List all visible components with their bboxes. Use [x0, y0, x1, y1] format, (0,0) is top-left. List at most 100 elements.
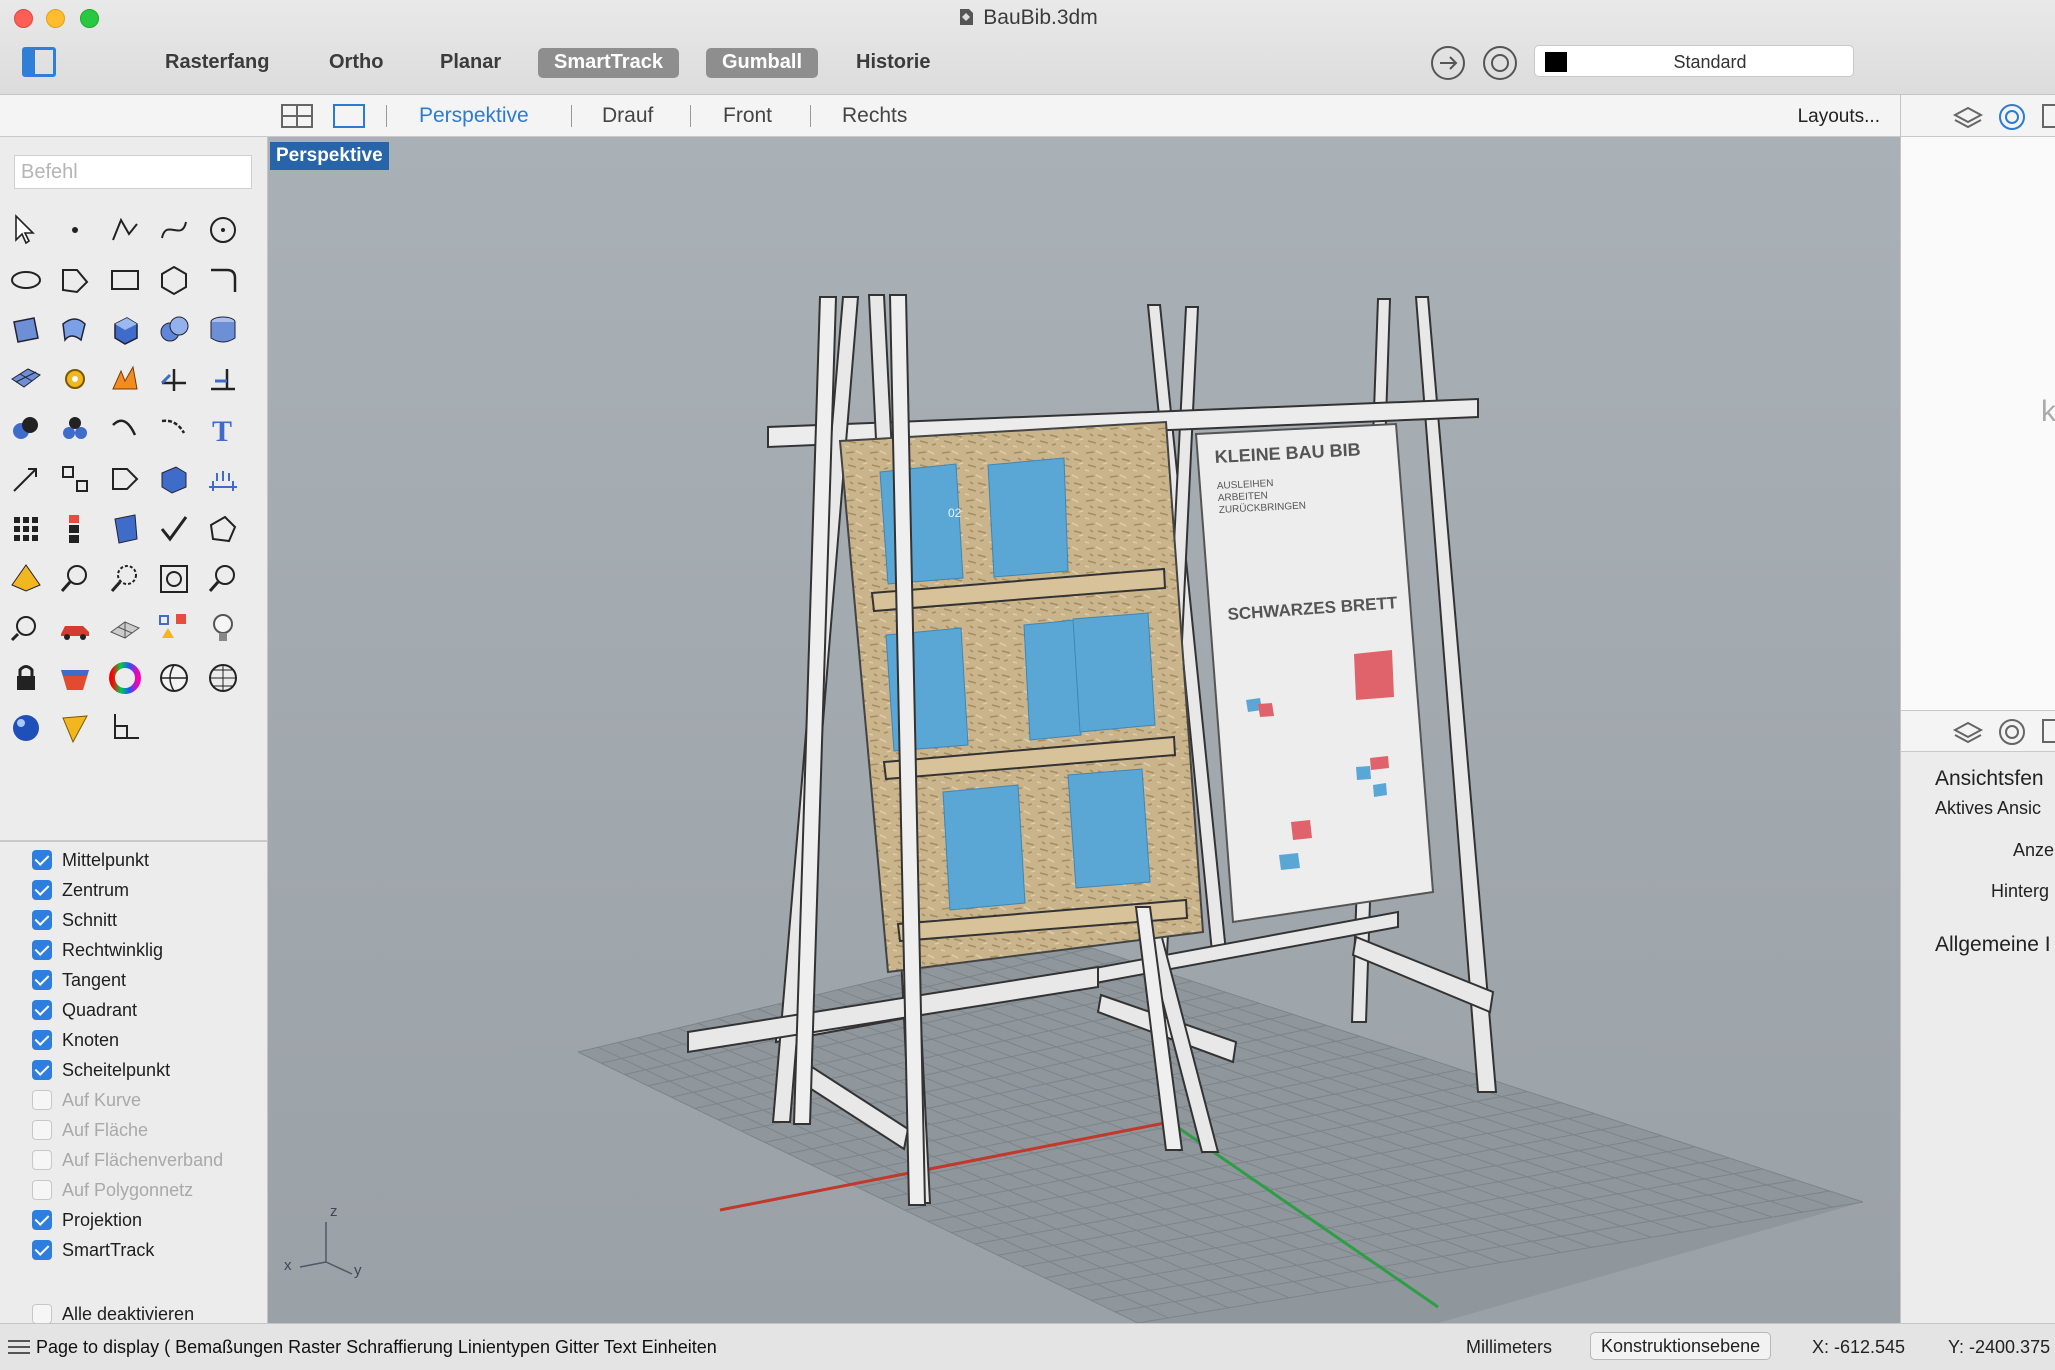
cone-light-icon[interactable] [55, 708, 95, 748]
lock-icon[interactable] [6, 658, 46, 698]
panel-divider[interactable] [0, 840, 268, 842]
snap-checkbox[interactable] [32, 1210, 52, 1230]
rasterfang-toggle[interactable]: Rasterfang [149, 48, 285, 78]
snap-checkbox[interactable] [32, 940, 52, 960]
tab-rechts[interactable]: Rechts [842, 104, 907, 128]
cplane-icon[interactable] [105, 708, 145, 748]
gumball-toggle[interactable]: Gumball [706, 48, 819, 78]
snap-option-row[interactable]: Projektion [32, 1206, 142, 1234]
color-wheel-icon[interactable] [105, 658, 145, 698]
snap-option-row[interactable]: Auf Kurve [32, 1086, 141, 1114]
layers-icon[interactable] [1951, 719, 1985, 745]
viewport-title-label[interactable]: Perspektive [270, 142, 389, 170]
layer-color-swatch[interactable] [1545, 52, 1567, 72]
align-icon[interactable] [55, 509, 95, 549]
single-viewport-icon[interactable] [332, 103, 366, 129]
snap-option-row[interactable]: Auf Fläche [32, 1116, 148, 1144]
panel-tab-icon[interactable] [2041, 718, 2055, 746]
zoom-in-icon[interactable] [55, 559, 95, 599]
perspective-viewport[interactable]: KLEINE BAU BIB AUSLEIHEN ARBEITEN ZURÜCK… [268, 137, 1900, 1323]
flow-icon[interactable] [105, 459, 145, 499]
check-icon[interactable] [154, 509, 194, 549]
trim-icon[interactable] [154, 359, 194, 399]
array-icon[interactable] [55, 459, 95, 499]
planar-toggle[interactable]: Planar [424, 48, 517, 78]
snap-checkbox[interactable] [32, 1120, 52, 1140]
historie-toggle[interactable]: Historie [840, 48, 946, 78]
zoom-window-icon[interactable] [105, 559, 145, 599]
grid-array-icon[interactable] [6, 509, 46, 549]
snap-option-row[interactable]: Quadrant [32, 996, 137, 1024]
material-icon[interactable] [55, 658, 95, 698]
snap-option-row[interactable]: SmartTrack [32, 1236, 154, 1264]
curve-edit-icon[interactable] [105, 409, 145, 449]
explode-icon[interactable] [105, 359, 145, 399]
polyline-icon[interactable] [105, 210, 145, 250]
tab-perspektive[interactable]: Perspektive [419, 104, 529, 128]
analyze-icon[interactable] [203, 509, 243, 549]
rotate-view-icon[interactable] [6, 608, 46, 648]
filter-arrow-icon[interactable] [1431, 46, 1465, 80]
move-icon[interactable] [6, 459, 46, 499]
layers-icon[interactable] [1951, 104, 1985, 130]
sweep-surface-icon[interactable] [55, 310, 95, 350]
scene-render[interactable]: KLEINE BAU BIB AUSLEIHEN ARBEITEN ZURÜCK… [268, 137, 1900, 1323]
cplane-dropdown[interactable]: Konstruktionsebene [1590, 1332, 1772, 1360]
snap-option-row[interactable]: Tangent [32, 966, 126, 994]
named-views-icon[interactable] [154, 608, 194, 648]
car-icon[interactable] [55, 608, 95, 648]
point-icon[interactable] [55, 210, 95, 250]
command-input[interactable] [14, 155, 252, 189]
box-solid-icon[interactable] [105, 310, 145, 350]
osnap-target-icon[interactable] [1483, 46, 1517, 80]
gear-icon[interactable] [55, 359, 95, 399]
surface-icon[interactable] [6, 310, 46, 350]
render-icon[interactable] [6, 559, 46, 599]
text-icon[interactable]: T [203, 409, 243, 449]
snap-checkbox[interactable] [32, 1180, 52, 1200]
sidebar-toggle-button[interactable] [22, 47, 56, 77]
polygon-icon[interactable] [154, 260, 194, 300]
group-icon[interactable] [55, 409, 95, 449]
snap-checkbox[interactable] [32, 910, 52, 930]
snap-option-row[interactable]: Mittelpunkt [32, 846, 149, 874]
arc-icon[interactable] [55, 260, 95, 300]
rectangle-icon[interactable] [105, 260, 145, 300]
sphere-shade-icon[interactable] [154, 658, 194, 698]
four-viewports-icon[interactable] [280, 103, 314, 129]
split-icon[interactable] [203, 359, 243, 399]
snap-checkbox[interactable] [32, 1000, 52, 1020]
snap-checkbox[interactable] [32, 880, 52, 900]
light-bulb-icon[interactable] [203, 608, 243, 648]
properties-icon[interactable] [1997, 717, 2027, 747]
boolean-icon[interactable] [6, 409, 46, 449]
tab-front[interactable]: Front [723, 104, 772, 128]
snap-option-row[interactable]: Rechtwinklig [32, 936, 163, 964]
snap-checkbox[interactable] [32, 1060, 52, 1080]
extrude-icon[interactable] [154, 459, 194, 499]
snap-checkbox[interactable] [32, 970, 52, 990]
circle-icon[interactable] [203, 210, 243, 250]
snap-option-row[interactable]: Knoten [32, 1026, 119, 1054]
snap-checkbox[interactable] [32, 850, 52, 870]
snap-checkbox[interactable] [32, 1090, 52, 1110]
cylinder-icon[interactable] [203, 310, 243, 350]
units-label[interactable]: Millimeters [1466, 1337, 1552, 1358]
tab-drauf[interactable]: Drauf [602, 104, 653, 128]
snap-option-row[interactable]: Auf Flächenverband [32, 1146, 223, 1174]
snap-checkbox[interactable] [32, 1150, 52, 1170]
mesh-plane-icon[interactable] [6, 359, 46, 399]
ellipse-icon[interactable] [6, 260, 46, 300]
snap-option-row[interactable]: Scheitelpunkt [32, 1056, 170, 1084]
disable-all-checkbox[interactable] [32, 1304, 52, 1324]
properties-icon[interactable] [1997, 102, 2027, 132]
project-icon[interactable] [105, 509, 145, 549]
zoom-extents-icon[interactable] [154, 559, 194, 599]
grid-plane-icon[interactable] [105, 608, 145, 648]
fillet-curve-icon[interactable] [203, 260, 243, 300]
hamburger-menu-icon[interactable] [8, 1340, 30, 1354]
layouts-button[interactable]: Layouts... [1798, 106, 1880, 128]
curve-icon[interactable] [154, 210, 194, 250]
snap-checkbox[interactable] [32, 1240, 52, 1260]
fillet-edges-icon[interactable] [154, 409, 194, 449]
